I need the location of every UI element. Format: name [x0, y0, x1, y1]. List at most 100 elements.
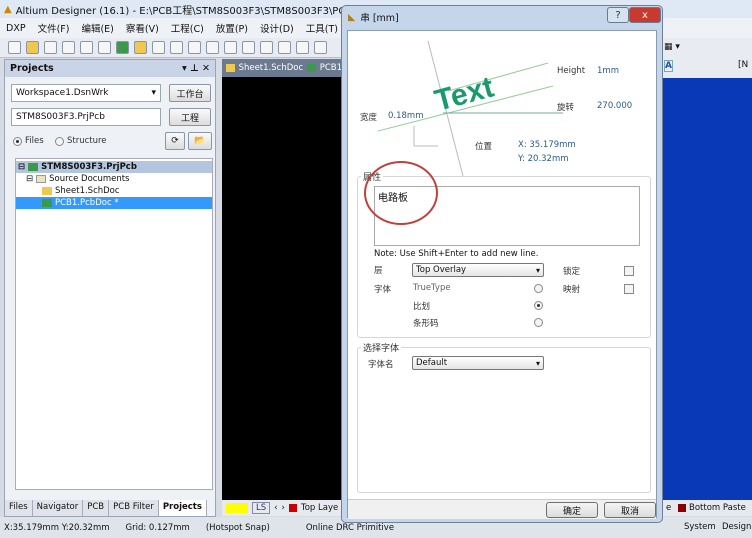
refresh-button[interactable]: ⟳ — [165, 132, 185, 150]
menu-file[interactable]: 文件(F) — [38, 21, 70, 35]
text-tool-icon[interactable]: A — [664, 60, 673, 72]
pcb-canvas-right[interactable] — [660, 78, 752, 500]
structure-radio[interactable] — [55, 137, 64, 146]
menu-project[interactable]: 工程(C) — [171, 21, 204, 35]
menu-place[interactable]: 放置(P) — [216, 21, 248, 35]
truetype-radio[interactable] — [534, 284, 543, 293]
workspace-button[interactable]: 工作台 — [169, 84, 211, 102]
zoom-area-icon[interactable] — [170, 41, 183, 54]
zoom-out-icon[interactable] — [206, 41, 219, 54]
scroll-left-icon[interactable]: ‹ — [274, 503, 277, 513]
layer-label: 层 — [374, 266, 383, 276]
folder-open-icon: 📂 — [194, 136, 206, 146]
cancel-button[interactable]: 取消 — [604, 502, 656, 518]
zoom-fit-icon[interactable] — [152, 41, 165, 54]
select-font-group-label: 选择字体 — [361, 341, 402, 354]
system-button[interactable]: System — [684, 522, 716, 532]
copy-icon[interactable] — [242, 41, 255, 54]
menu-dxp[interactable]: DXP — [6, 23, 26, 34]
tab-pcb-filter[interactable]: PCB Filter — [109, 500, 159, 516]
chevron-down-icon: ▾ — [151, 88, 156, 98]
menu-design[interactable]: 设计(D) — [260, 21, 294, 35]
tree-item-source-documents[interactable]: ⊟ Source Documents — [16, 173, 212, 185]
save-icon[interactable] — [44, 41, 57, 54]
cut-icon[interactable] — [224, 41, 237, 54]
barcode-radio[interactable] — [534, 318, 543, 327]
folder-icon[interactable] — [134, 41, 147, 54]
project-button[interactable]: 工程 — [169, 108, 211, 126]
locked-checkbox[interactable] — [624, 266, 634, 276]
doc-tab-pcb1[interactable]: PCB1 — [320, 63, 342, 73]
workspace-select[interactable]: Workspace1.DsnWrk ▾ — [11, 84, 161, 102]
toolbar-overflow: [N — [738, 60, 749, 70]
note-text: Note: Use Shift+Enter to add new line. — [374, 249, 539, 259]
project-tree: ⊟ STM8S003F3.PrjPcb ⊟ Source Documents She… — [15, 158, 213, 490]
scroll-right-icon[interactable]: › — [282, 503, 285, 513]
tree-item-pcb1[interactable]: PCB1.PcbDoc * — [16, 197, 212, 209]
mirror-checkbox[interactable] — [624, 284, 634, 294]
pcb-icon[interactable] — [116, 41, 129, 54]
position-label: 位置 — [475, 142, 493, 152]
tree-label: PCB1.PcbDoc * — [55, 198, 119, 208]
height-value[interactable]: 1mm — [597, 66, 619, 76]
tab-pcb[interactable]: PCB — [83, 500, 110, 516]
menu-edit[interactable]: 编辑(E) — [81, 21, 113, 35]
preview-icon[interactable] — [80, 41, 93, 54]
position-x-value[interactable]: X: 35.179mm — [518, 140, 576, 150]
new-icon[interactable] — [8, 41, 21, 54]
folder-icon — [36, 175, 47, 183]
zoom-in-icon[interactable] — [188, 41, 201, 54]
doc-tab-sheet1[interactable]: Sheet1.SchDoc — [239, 63, 304, 73]
design-button[interactable]: Design — [722, 522, 751, 532]
rotation-label: 旋转 — [557, 103, 575, 113]
tab-navigator[interactable]: Navigator — [32, 500, 84, 516]
layer-color-swatch — [226, 503, 248, 513]
layers-icon[interactable] — [98, 41, 111, 54]
projects-panel: Projects ▾ ⊥ ✕ Workspace1.DsnWrk ▾ 工作台 STM… — [4, 59, 216, 517]
tree-item-project[interactable]: ⊟ STM8S003F3.PrjPcb — [16, 161, 212, 173]
tab-projects[interactable]: Projects — [158, 500, 207, 516]
font-name-select[interactable]: Default — [412, 356, 544, 370]
panel-controls[interactable]: ▾ ⊥ ✕ — [182, 63, 210, 74]
rubber-stamp-icon[interactable] — [278, 41, 291, 54]
menu-tools[interactable]: 工具(T) — [306, 21, 338, 35]
font-name-label: 字体名 — [368, 360, 394, 370]
pcb-doc-icon — [307, 64, 316, 72]
ok-button[interactable]: 确定 — [546, 502, 598, 518]
help-button[interactable]: ? — [607, 7, 629, 23]
menu-view[interactable]: 察看(V) — [126, 21, 159, 35]
position-y-value[interactable]: Y: 20.32mm — [518, 154, 569, 164]
layer-tab-partial[interactable]: e — [666, 503, 671, 513]
tree-item-sheet1[interactable]: Sheet1.SchDoc — [16, 185, 212, 197]
dialog-client: Text Height 1mm 旋转 270.000 宽度 0.18mm 位置 … — [347, 30, 657, 519]
tab-files[interactable]: Files — [5, 500, 33, 516]
locked-label: 锁定 — [563, 267, 581, 277]
print-icon[interactable] — [62, 41, 75, 54]
pcb-canvas[interactable] — [222, 77, 342, 500]
open-icon[interactable] — [26, 41, 39, 54]
tree-label: STM8S003F3.PrjPcb — [41, 162, 137, 172]
app-logo-icon: ▲ — [4, 3, 12, 15]
project-field[interactable]: STM8S003F3.PrjPcb — [11, 108, 161, 126]
string-properties-dialog: ◣ 串 [mm] ? x Text Height 1mm 旋转 270.000 宽… — [341, 5, 663, 523]
open-menu-button[interactable]: 📂 — [188, 132, 212, 150]
rotation-value[interactable]: 270.000 — [597, 101, 632, 111]
paste-icon[interactable] — [260, 41, 273, 54]
close-button[interactable]: x — [629, 7, 661, 23]
width-label: 宽度 — [360, 113, 378, 123]
layer-select[interactable]: Top Overlay — [412, 263, 544, 277]
collapse-icon: ⊟ — [26, 174, 34, 184]
layer-tab-top[interactable]: Top Laye — [301, 503, 338, 513]
layer-set-button[interactable]: LS — [252, 502, 271, 514]
files-radio[interactable] — [13, 137, 22, 146]
tree-label: Sheet1.SchDoc — [55, 186, 120, 196]
schematic-icon — [42, 187, 52, 195]
move-icon[interactable] — [314, 41, 327, 54]
grid-icon[interactable]: ▦ ▾ — [664, 42, 680, 52]
width-value[interactable]: 0.18mm — [388, 111, 424, 121]
stroke-radio[interactable] — [534, 301, 543, 310]
select-icon[interactable] — [296, 41, 309, 54]
status-grid: Grid: 0.127mm — [125, 522, 190, 533]
schematic-icon — [226, 64, 235, 72]
layer-tab-bottom-paste[interactable]: Bottom Paste — [689, 503, 746, 513]
